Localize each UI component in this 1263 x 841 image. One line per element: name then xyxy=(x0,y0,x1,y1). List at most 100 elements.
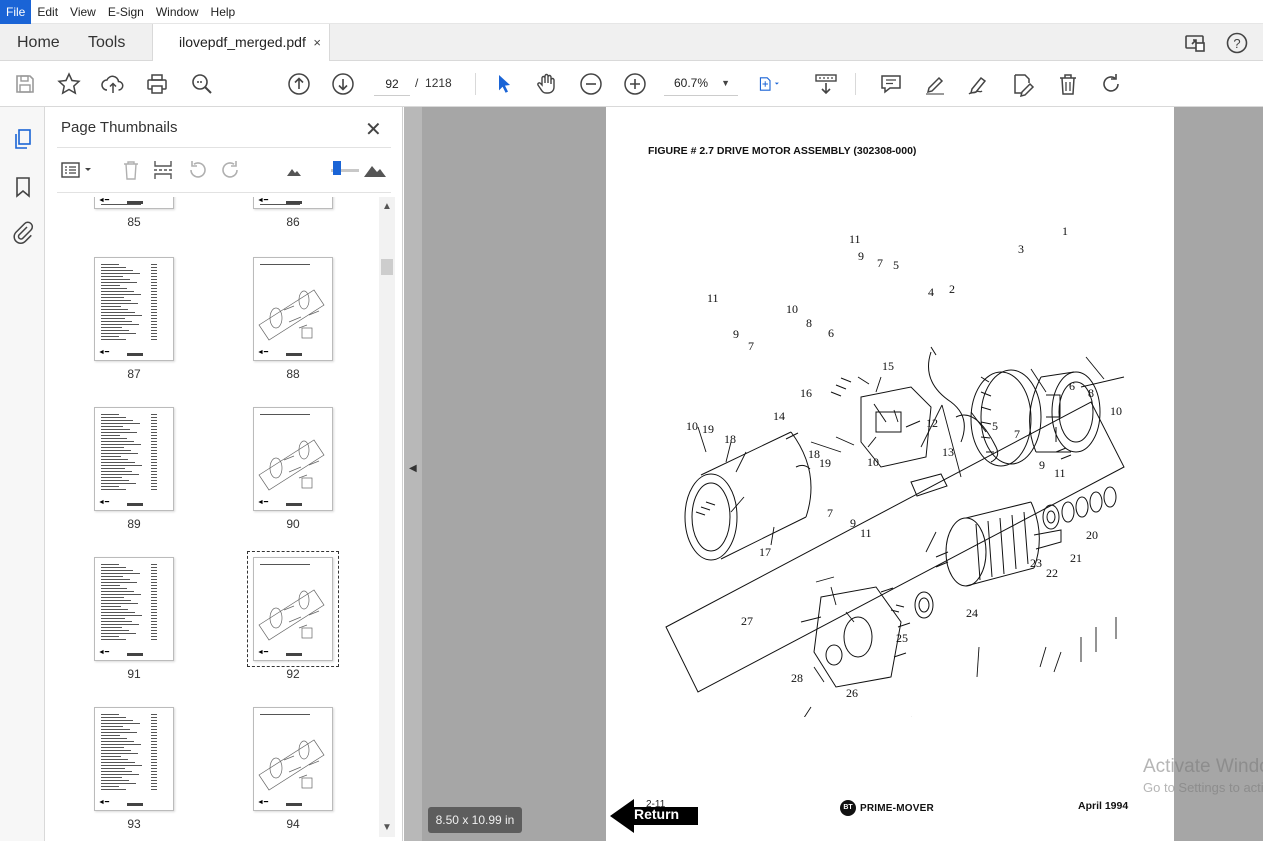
thumbnail-line xyxy=(151,633,157,634)
page-up-icon[interactable] xyxy=(286,71,312,97)
thumbnail-page[interactable]: ◄━ xyxy=(253,257,333,361)
thumbnail-line xyxy=(151,768,157,769)
attachment-icon[interactable] xyxy=(11,220,35,244)
divider xyxy=(475,73,476,95)
select-pointer-icon[interactable] xyxy=(491,71,517,97)
large-thumbnails-icon[interactable] xyxy=(363,158,387,182)
scroll-mode-icon[interactable] xyxy=(813,71,839,97)
thumbnail-line xyxy=(101,594,141,595)
menu-view[interactable]: View xyxy=(64,0,102,24)
share-screen-icon[interactable] xyxy=(1183,31,1207,55)
scroll-down-icon[interactable]: ▼ xyxy=(382,822,392,833)
small-thumbnails-icon[interactable] xyxy=(283,158,307,182)
rotate-left-icon[interactable] xyxy=(185,158,209,182)
zoom-search-icon[interactable] xyxy=(189,71,215,97)
zoom-in-icon[interactable] xyxy=(622,71,648,97)
collapse-panel-handle[interactable]: ◀ xyxy=(404,107,422,841)
thumbnail-return-icon: ◄━ xyxy=(257,799,269,806)
page-thumbnails-icon[interactable] xyxy=(11,127,35,151)
thumbnail-line xyxy=(151,288,157,289)
thumbnail-line xyxy=(101,321,132,322)
thumbnail-page[interactable]: ◄━ xyxy=(253,407,333,511)
extract-page-icon[interactable] xyxy=(151,158,175,182)
thumbnail-line xyxy=(151,306,157,307)
document-tab[interactable]: ilovepdf_merged.pdf × xyxy=(152,24,330,62)
thumbnail-page[interactable]: ◄━ xyxy=(253,197,333,209)
diagram-callout: 5 xyxy=(992,419,998,433)
close-tab-icon[interactable]: × xyxy=(313,24,321,61)
thumbnail-line xyxy=(151,756,157,757)
thumbnail-line xyxy=(151,723,157,724)
delete-page-icon[interactable] xyxy=(119,158,143,182)
thumbnail-line xyxy=(101,762,135,763)
thumbnail-page[interactable]: ◄━ xyxy=(247,551,339,667)
page-number-input[interactable] xyxy=(374,72,410,96)
thumbnail-page[interactable]: ◄━ xyxy=(94,707,174,811)
menu-window[interactable]: Window xyxy=(150,0,205,24)
edit-pdf-icon[interactable] xyxy=(1010,71,1036,98)
page-down-icon[interactable] xyxy=(330,71,356,97)
thumbnail-line xyxy=(101,741,134,742)
thumbnail-line xyxy=(151,729,157,730)
thumbnail-line xyxy=(151,759,157,760)
thumbnail-options-icon[interactable] xyxy=(59,158,95,182)
hand-pan-icon[interactable] xyxy=(534,71,560,97)
home-tab[interactable]: Home xyxy=(17,24,60,61)
thumbnail-line xyxy=(151,468,157,469)
tools-tab[interactable]: Tools xyxy=(88,24,125,61)
menu-esign[interactable]: E-Sign xyxy=(102,0,150,24)
rotate-right-icon[interactable] xyxy=(219,158,243,182)
scroll-up-icon[interactable]: ▲ xyxy=(382,201,392,212)
menu-file[interactable]: File xyxy=(0,0,32,24)
zoom-out-icon[interactable] xyxy=(578,71,604,97)
thumbnail-line xyxy=(101,288,127,289)
thumbnail-page[interactable]: ◄━ xyxy=(94,557,174,661)
close-panel-icon[interactable]: ✕ xyxy=(365,117,382,142)
star-icon[interactable] xyxy=(56,71,82,97)
delete-icon[interactable] xyxy=(1055,71,1081,97)
thumbnail-line xyxy=(151,603,157,604)
thumbnail-return-icon: ◄━ xyxy=(98,499,110,506)
thumbnail-line xyxy=(151,441,157,442)
thumbnail-line xyxy=(101,441,134,442)
rotate-icon[interactable] xyxy=(1098,71,1124,97)
thumbnail-line xyxy=(151,786,157,787)
thumbnail-line xyxy=(151,333,157,334)
scrollbar-thumb[interactable] xyxy=(381,259,393,275)
thumbnail-line xyxy=(101,759,128,760)
save-icon[interactable] xyxy=(12,71,38,97)
menu-help[interactable]: Help xyxy=(205,0,242,24)
thumbnail-line xyxy=(101,483,136,484)
help-icon[interactable]: ? xyxy=(1225,31,1249,55)
sign-icon[interactable] xyxy=(966,71,992,97)
thumbnail-line xyxy=(151,303,157,304)
thumbnail-page[interactable]: ◄━ xyxy=(253,707,333,811)
diagram-callout: 22 xyxy=(1046,566,1058,580)
menu-edit[interactable]: Edit xyxy=(31,0,64,24)
diagram-callout: 9 xyxy=(858,249,864,263)
diagram-callout: 6 xyxy=(828,326,834,340)
diagram-callout: 24 xyxy=(966,606,978,620)
thumbnail-line xyxy=(151,450,157,451)
thumbnail-line xyxy=(101,324,139,325)
print-icon[interactable] xyxy=(144,71,170,97)
thumbnail-line xyxy=(151,630,157,631)
comment-icon[interactable] xyxy=(878,71,904,97)
thumbnail-line xyxy=(101,621,132,622)
bookmark-icon[interactable] xyxy=(11,175,35,199)
zoom-select[interactable]: 60.7% ▼ xyxy=(664,72,738,96)
document-tab-title: ilovepdf_merged.pdf xyxy=(179,34,306,50)
thumbnail-scrollbar[interactable]: ▲ ▼ xyxy=(379,197,395,837)
highlight-icon[interactable] xyxy=(922,71,948,97)
thumbnail-page[interactable]: ◄━ xyxy=(94,257,174,361)
thumbnail-line xyxy=(101,582,137,583)
thumbnail-line xyxy=(101,564,119,565)
return-link[interactable]: Return xyxy=(634,806,679,822)
thumbnail-line xyxy=(260,414,310,415)
slider-handle[interactable] xyxy=(333,161,341,175)
upload-cloud-icon[interactable] xyxy=(100,71,126,97)
thumbnail-page[interactable]: ◄━ xyxy=(94,197,174,209)
thumbnail-page-number: 89 xyxy=(127,517,141,531)
thumbnail-page[interactable]: ◄━ xyxy=(94,407,174,511)
fit-page-icon[interactable] xyxy=(757,71,795,97)
